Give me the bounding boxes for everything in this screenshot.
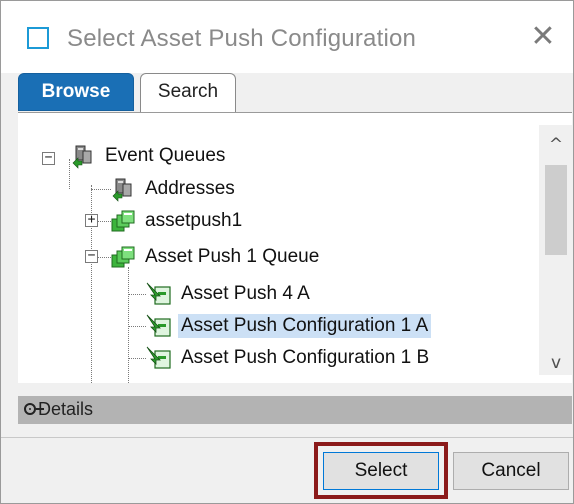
collapse-icon[interactable]: − [42,151,55,165]
tree-node-event-queues[interactable]: Event Queues [70,141,228,171]
tab-browse[interactable]: Browse [18,73,134,111]
tree-node-label: Asset Push Configuration 1 B [181,347,430,368]
event-queue-icon [112,178,132,202]
dialog-window: Select Asset Push Configuration ✕ Browse… [0,0,574,504]
tree-connector [128,267,129,383]
tree-node-assetpush1[interactable]: assetpush1 [110,206,245,236]
tree-connector [91,189,111,190]
queue-stack-icon [111,246,135,268]
scroll-thumb[interactable] [545,165,567,255]
tab-search[interactable]: Search [140,73,236,113]
footer-divider [1,437,573,438]
tree-node-label: Addresses [145,178,235,199]
push-config-icon [146,282,171,305]
title-bar: Select Asset Push Configuration ✕ [1,1,573,73]
push-config-icon [146,346,171,369]
tree-connector [128,326,146,327]
tree-node-label: Asset Push Configuration 1 A [178,314,432,338]
tree-node-label: Asset Push 4 A [181,283,310,304]
window-icon [27,27,49,49]
tree-node-asset-push-configuration-1-a[interactable]: Asset Push Configuration 1 A [146,311,432,341]
scroll-down-icon[interactable]: v [539,351,573,375]
tree-panel: − + − Event Queues Addresses assetpush1 … [18,112,573,383]
tree-node-label: Event Queues [105,145,226,166]
tree-node-asset-push-configuration-1-b[interactable]: Asset Push Configuration 1 B [146,343,432,373]
expand-details-icon [24,403,36,415]
tree-view[interactable]: − + − Event Queues Addresses assetpush1 … [18,113,538,383]
tree-node-label: assetpush1 [145,210,243,231]
expand-icon[interactable]: + [85,213,98,227]
select-button[interactable]: Select [323,452,439,490]
details-section-header[interactable]: Details [18,396,572,424]
push-config-icon [146,314,171,337]
queue-stack-icon [111,210,135,232]
close-icon[interactable]: ✕ [527,21,559,53]
tree-connector [128,358,146,359]
cancel-button[interactable]: Cancel [453,452,569,490]
dialog-title: Select Asset Push Configuration [67,25,417,52]
tree-node-asset-push-4-a[interactable]: Asset Push 4 A [146,279,313,309]
collapse-icon[interactable]: − [85,249,98,263]
details-label: Details [38,399,94,419]
scroll-up-icon[interactable]: ^ [539,133,573,157]
tree-connector [128,294,146,295]
tree-connector [97,221,111,222]
tree-connector [97,257,111,258]
tree-node-addresses[interactable]: Addresses [110,174,238,204]
tree-node-label: Asset Push 1 Queue [145,246,320,267]
vertical-scrollbar[interactable]: ^ v [539,125,573,375]
tree-node-asset-push-1-queue[interactable]: Asset Push 1 Queue [110,242,322,272]
event-queue-icon [72,145,92,169]
